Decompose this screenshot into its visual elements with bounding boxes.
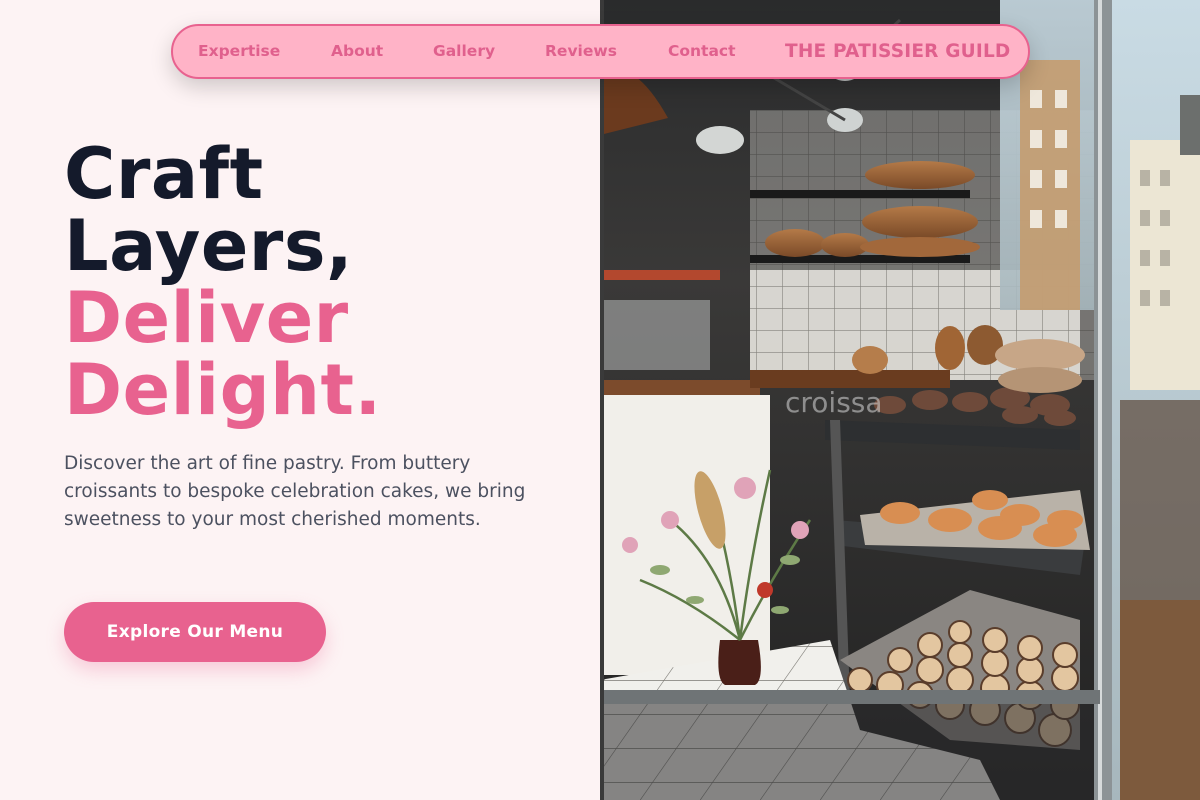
hero-title-line-1: Craft <box>64 133 264 215</box>
hero-title-line-3: Deliver <box>64 277 349 359</box>
nav-link-gallery[interactable]: Gallery <box>433 42 495 60</box>
nav-link-expertise[interactable]: Expertise <box>198 42 280 60</box>
bakery-window-photo: croissa <box>600 0 1200 800</box>
explore-menu-button[interactable]: Explore Our Menu <box>64 602 326 662</box>
brand-logo[interactable]: THE PATISSIER GUILD <box>785 41 1010 62</box>
hero-title-line-2: Layers, <box>64 205 354 287</box>
window-lettering: croissa <box>785 386 883 419</box>
hero-title: Craft Layers, Deliver Delight. <box>64 138 382 426</box>
hero-title-line-4: Delight. <box>64 349 382 431</box>
nav-link-contact[interactable]: Contact <box>668 42 736 60</box>
nav-link-reviews[interactable]: Reviews <box>545 42 617 60</box>
nav-link-about[interactable]: About <box>331 42 383 60</box>
bakery-window-illustration: croissa <box>600 0 1200 800</box>
top-navigation: Expertise About Gallery Reviews Contact … <box>171 24 1030 79</box>
hero-left-panel: Craft Layers, Deliver Delight. Discover … <box>0 0 600 800</box>
hero-description: Discover the art of fine pastry. From bu… <box>64 453 526 530</box>
